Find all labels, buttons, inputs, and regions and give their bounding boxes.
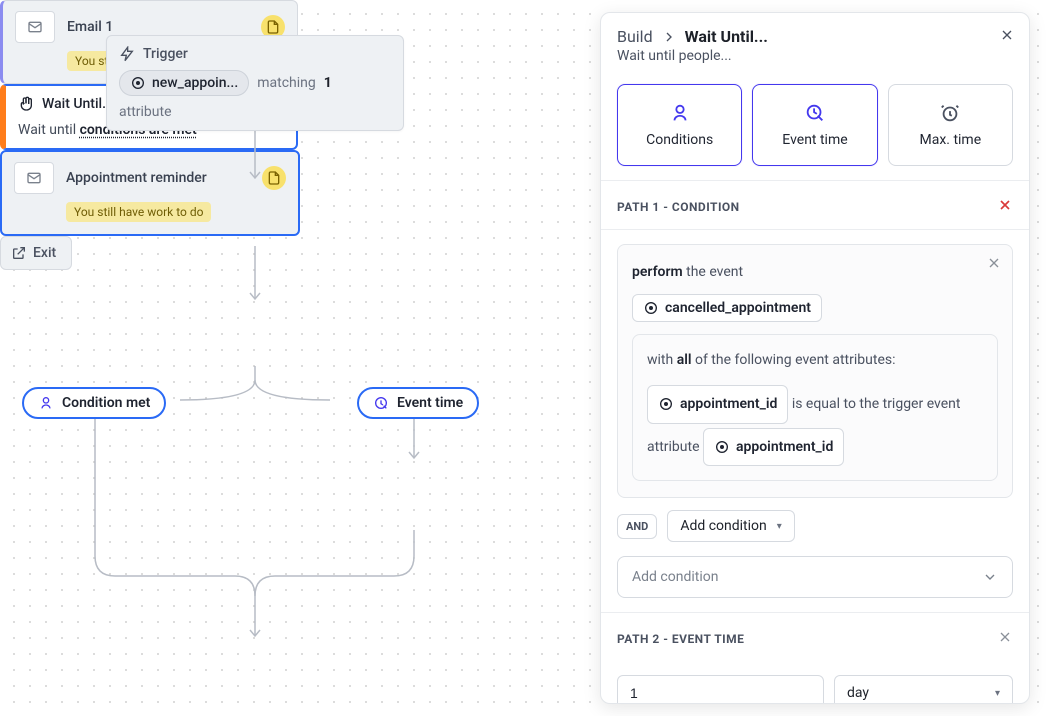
- cursor-target-icon: [658, 396, 674, 412]
- tab-label: Conditions: [646, 132, 713, 148]
- branch-condition-met[interactable]: Condition met: [22, 387, 166, 419]
- attr1-name: appointment_id: [680, 391, 777, 418]
- time-unit-select[interactable]: day ▾: [834, 675, 1013, 704]
- panel-close-button[interactable]: [999, 27, 1015, 47]
- panel-subtitle: Wait until people...: [617, 48, 1013, 64]
- add-condition-select[interactable]: Add condition: [617, 556, 1013, 598]
- close-icon: [999, 27, 1015, 43]
- external-link-icon: [11, 245, 27, 261]
- event-name: cancelled_appointment: [665, 300, 811, 316]
- add-condition-button[interactable]: Add condition ▾: [667, 510, 794, 542]
- exit-label: Exit: [33, 245, 56, 261]
- content-badge: [262, 166, 286, 190]
- hand-wait-icon: [18, 96, 34, 112]
- reminder-title: Appointment reminder: [66, 170, 250, 186]
- branch-right-label: Event time: [397, 395, 463, 411]
- mail-icon: [26, 170, 42, 186]
- tab-conditions[interactable]: Conditions: [617, 84, 742, 166]
- path1-title: PATH 1 - CONDITION: [617, 200, 740, 214]
- email-preview-thumb: [14, 162, 54, 194]
- todo-pill: You still have work to do: [66, 202, 211, 222]
- file-icon: [265, 19, 281, 35]
- wait-title: Wait Until...: [42, 96, 114, 112]
- tab-label: Max. time: [920, 132, 982, 148]
- all-word: all: [677, 352, 692, 368]
- wait-tabs: Conditions Event time Max. time: [601, 74, 1029, 180]
- event-token[interactable]: cancelled_appointment: [632, 294, 822, 322]
- of-text: of the following event attributes:: [692, 352, 896, 368]
- wait-config-panel: Build Wait Until... Wait until people...…: [600, 12, 1030, 704]
- cursor-target-icon: [643, 300, 659, 316]
- email1-title: Email 1: [67, 19, 249, 35]
- cursor-target-icon: [714, 439, 730, 455]
- condition-icon: [669, 102, 691, 124]
- path1-header: PATH 1 - CONDITION: [601, 180, 1029, 230]
- attr2-name: appointment_id: [736, 434, 833, 461]
- condition-remove-button[interactable]: [986, 255, 1002, 275]
- path1-remove-button[interactable]: [997, 197, 1013, 217]
- reminder-node[interactable]: Appointment reminder You still have work…: [0, 150, 300, 236]
- close-icon: [997, 629, 1013, 645]
- with-text: with: [647, 352, 677, 368]
- branch-left-label: Condition met: [62, 395, 150, 411]
- condition-card: perform the event cancelled_appointment …: [617, 244, 1013, 498]
- trigger-node[interactable]: Trigger new_appoin... matching 1 attribu…: [106, 35, 404, 131]
- matching-label: matching: [257, 75, 316, 91]
- and-operator[interactable]: AND: [617, 514, 657, 539]
- breadcrumb-current: Wait Until...: [685, 27, 768, 46]
- attribute-label: attribute: [119, 104, 172, 120]
- tab-label: Event time: [782, 132, 847, 148]
- chevron-down-icon: [982, 569, 998, 585]
- event-time-icon: [373, 395, 389, 411]
- breadcrumb: Build Wait Until...: [617, 27, 1013, 46]
- alarm-icon: [939, 102, 961, 124]
- event-time-icon: [804, 102, 826, 124]
- exit-node[interactable]: Exit: [0, 236, 72, 270]
- breadcrumb-root[interactable]: Build: [617, 27, 653, 46]
- trigger-event-chip[interactable]: new_appoin...: [119, 70, 249, 96]
- cursor-target-icon: [130, 75, 146, 91]
- matching-count: 1: [324, 75, 332, 91]
- time-value-input[interactable]: [617, 675, 824, 704]
- close-icon: [986, 255, 1002, 271]
- chevron-right-icon: [661, 29, 677, 45]
- tab-event-time[interactable]: Event time: [752, 84, 877, 166]
- mail-icon: [27, 19, 43, 35]
- tab-max-time[interactable]: Max. time: [888, 84, 1013, 166]
- attr2-token[interactable]: appointment_id: [703, 428, 844, 467]
- add-condition-wide-label: Add condition: [632, 569, 718, 585]
- path2-header: PATH 2 - EVENT TIME: [601, 612, 1029, 661]
- wait-sub-prefix: Wait until: [18, 122, 80, 138]
- trigger-event-name: new_appoin...: [152, 75, 238, 91]
- close-icon: [997, 197, 1013, 213]
- chevron-down-icon: ▾: [995, 688, 1000, 699]
- trigger-title: Trigger: [143, 46, 188, 62]
- attr1-token[interactable]: appointment_id: [647, 385, 788, 424]
- path2-title: PATH 2 - EVENT TIME: [617, 632, 744, 646]
- the-event-text: the event: [683, 264, 743, 280]
- file-icon: [266, 170, 282, 186]
- email-preview-thumb: [15, 11, 55, 43]
- attribute-condition-card: with all of the following event attribut…: [632, 334, 998, 482]
- path2-remove-button[interactable]: [997, 629, 1013, 649]
- condition-icon: [38, 395, 54, 411]
- perform-word: perform: [632, 264, 683, 280]
- add-condition-label: Add condition: [680, 518, 766, 534]
- chevron-down-icon: ▾: [777, 521, 782, 532]
- lightning-icon: [119, 46, 135, 62]
- branch-event-time[interactable]: Event time: [357, 387, 479, 419]
- time-unit-value: day: [847, 685, 869, 701]
